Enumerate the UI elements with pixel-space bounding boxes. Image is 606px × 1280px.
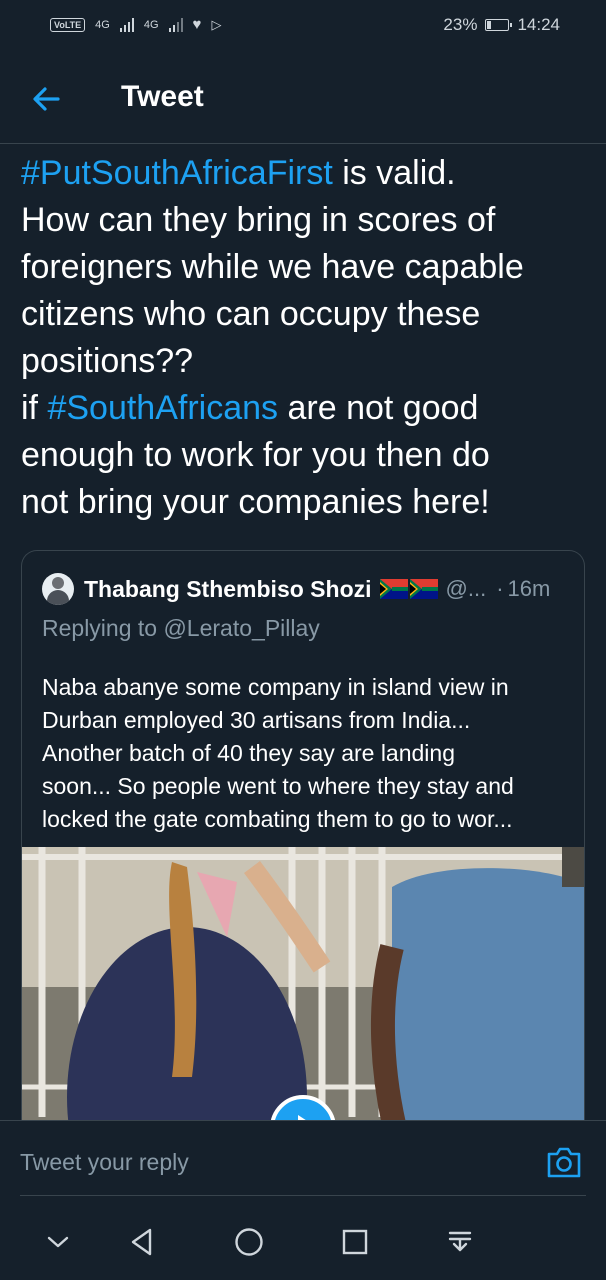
network-type-2: 4G <box>143 18 159 31</box>
tweet-line: enough to work for you then do <box>21 436 490 474</box>
flags <box>379 579 438 599</box>
tweet-line-text: if <box>21 389 48 427</box>
quoted-line: locked the gate combating them to go to … <box>42 806 513 832</box>
quoted-timestamp: 16m <box>507 576 551 601</box>
reply-input[interactable]: Tweet your reply <box>20 1149 520 1176</box>
nav-back-button[interactable] <box>126 1226 158 1258</box>
hashtag-link[interactable]: #PutSouthAfricaFirst <box>21 154 333 192</box>
network-type-1: 4G <box>95 18 110 31</box>
south-africa-flag-icon <box>379 579 408 599</box>
clock: 14:24 <box>517 15 560 34</box>
arrow-left-icon <box>33 87 60 111</box>
nav-recents-button[interactable] <box>339 1226 371 1258</box>
notification-pull-icon <box>448 1231 472 1252</box>
back-button[interactable] <box>28 82 68 116</box>
south-africa-flag-icon <box>409 579 438 599</box>
camera-icon <box>547 1147 581 1178</box>
nav-notifications-button[interactable] <box>444 1226 476 1258</box>
quoted-tweet-card[interactable]: Thabang Sthembiso Shozi @... · 16m Reply… <box>21 550 585 1150</box>
recents-square-icon <box>342 1229 368 1255</box>
quoted-line: Naba abanye some company in island view … <box>42 674 509 700</box>
avatar[interactable] <box>42 573 74 605</box>
signal-icon <box>119 17 134 32</box>
reply-composer: Tweet your reply <box>0 1120 606 1200</box>
tweet-line-text: is valid. <box>332 154 456 192</box>
quoted-author-handle: @... <box>445 576 487 601</box>
quoted-tweet-text: Naba abanye some company in island view … <box>42 671 572 836</box>
tweet-text: #PutSouthAfricaFirst is valid. How can t… <box>21 150 591 526</box>
nav-hide-button[interactable] <box>42 1226 74 1258</box>
heart-icon: ♥ <box>192 16 202 33</box>
home-circle-icon <box>235 1228 263 1256</box>
top-app-bar: Tweet <box>0 54 606 144</box>
battery-percent: 23% <box>443 15 478 34</box>
replying-to: Replying to @Lerato_Pillay <box>42 615 320 641</box>
separator-dot: · <box>496 576 504 601</box>
tweet-line: not bring your companies here! <box>21 483 490 521</box>
signal-icon-2 <box>168 17 183 32</box>
tweet-line: positions?? <box>21 342 194 380</box>
video-thumbnail[interactable] <box>22 847 584 1150</box>
tweet-line: if #SouthAfricans are not good <box>21 385 591 432</box>
chevron-down-icon <box>47 1236 69 1248</box>
battery-icon <box>485 19 513 31</box>
divider <box>20 1195 586 1196</box>
volte-icon: VoLTE <box>50 17 86 32</box>
quoted-line: soon... So people went to where they sta… <box>42 773 514 799</box>
status-indicators: VoLTE 4G 4G ♥ ▷ <box>50 16 221 33</box>
tweet-line: How can they bring in scores of <box>21 201 496 239</box>
quoted-author-name[interactable]: Thabang Sthembiso Shozi <box>84 576 372 603</box>
tweet-line: citizens who can occupy these <box>21 295 481 333</box>
hashtag-link[interactable]: #SouthAfricans <box>47 389 278 427</box>
tweet-line: #PutSouthAfricaFirst is valid. <box>21 150 591 197</box>
quoted-line: Durban employed 30 artisans from India..… <box>42 707 471 733</box>
play-store-icon: ▷ <box>211 16 222 32</box>
status-right: 23% 14:24 <box>443 15 560 35</box>
status-bar: VoLTE 4G 4G ♥ ▷ 23% 14:24 <box>0 0 606 54</box>
tweet-line: foreigners while we have capable <box>21 248 524 286</box>
quoted-tweet-header: Thabang Sthembiso Shozi @... · 16m <box>42 573 564 605</box>
tweet-line-text: are not good <box>278 389 479 427</box>
page-title: Tweet <box>121 80 204 113</box>
system-nav-bar <box>0 1200 606 1280</box>
quoted-line: Another batch of 40 they say are landing <box>42 740 456 766</box>
nav-home-button[interactable] <box>233 1226 265 1258</box>
back-triangle-icon <box>131 1228 152 1256</box>
camera-button[interactable] <box>546 1145 582 1179</box>
